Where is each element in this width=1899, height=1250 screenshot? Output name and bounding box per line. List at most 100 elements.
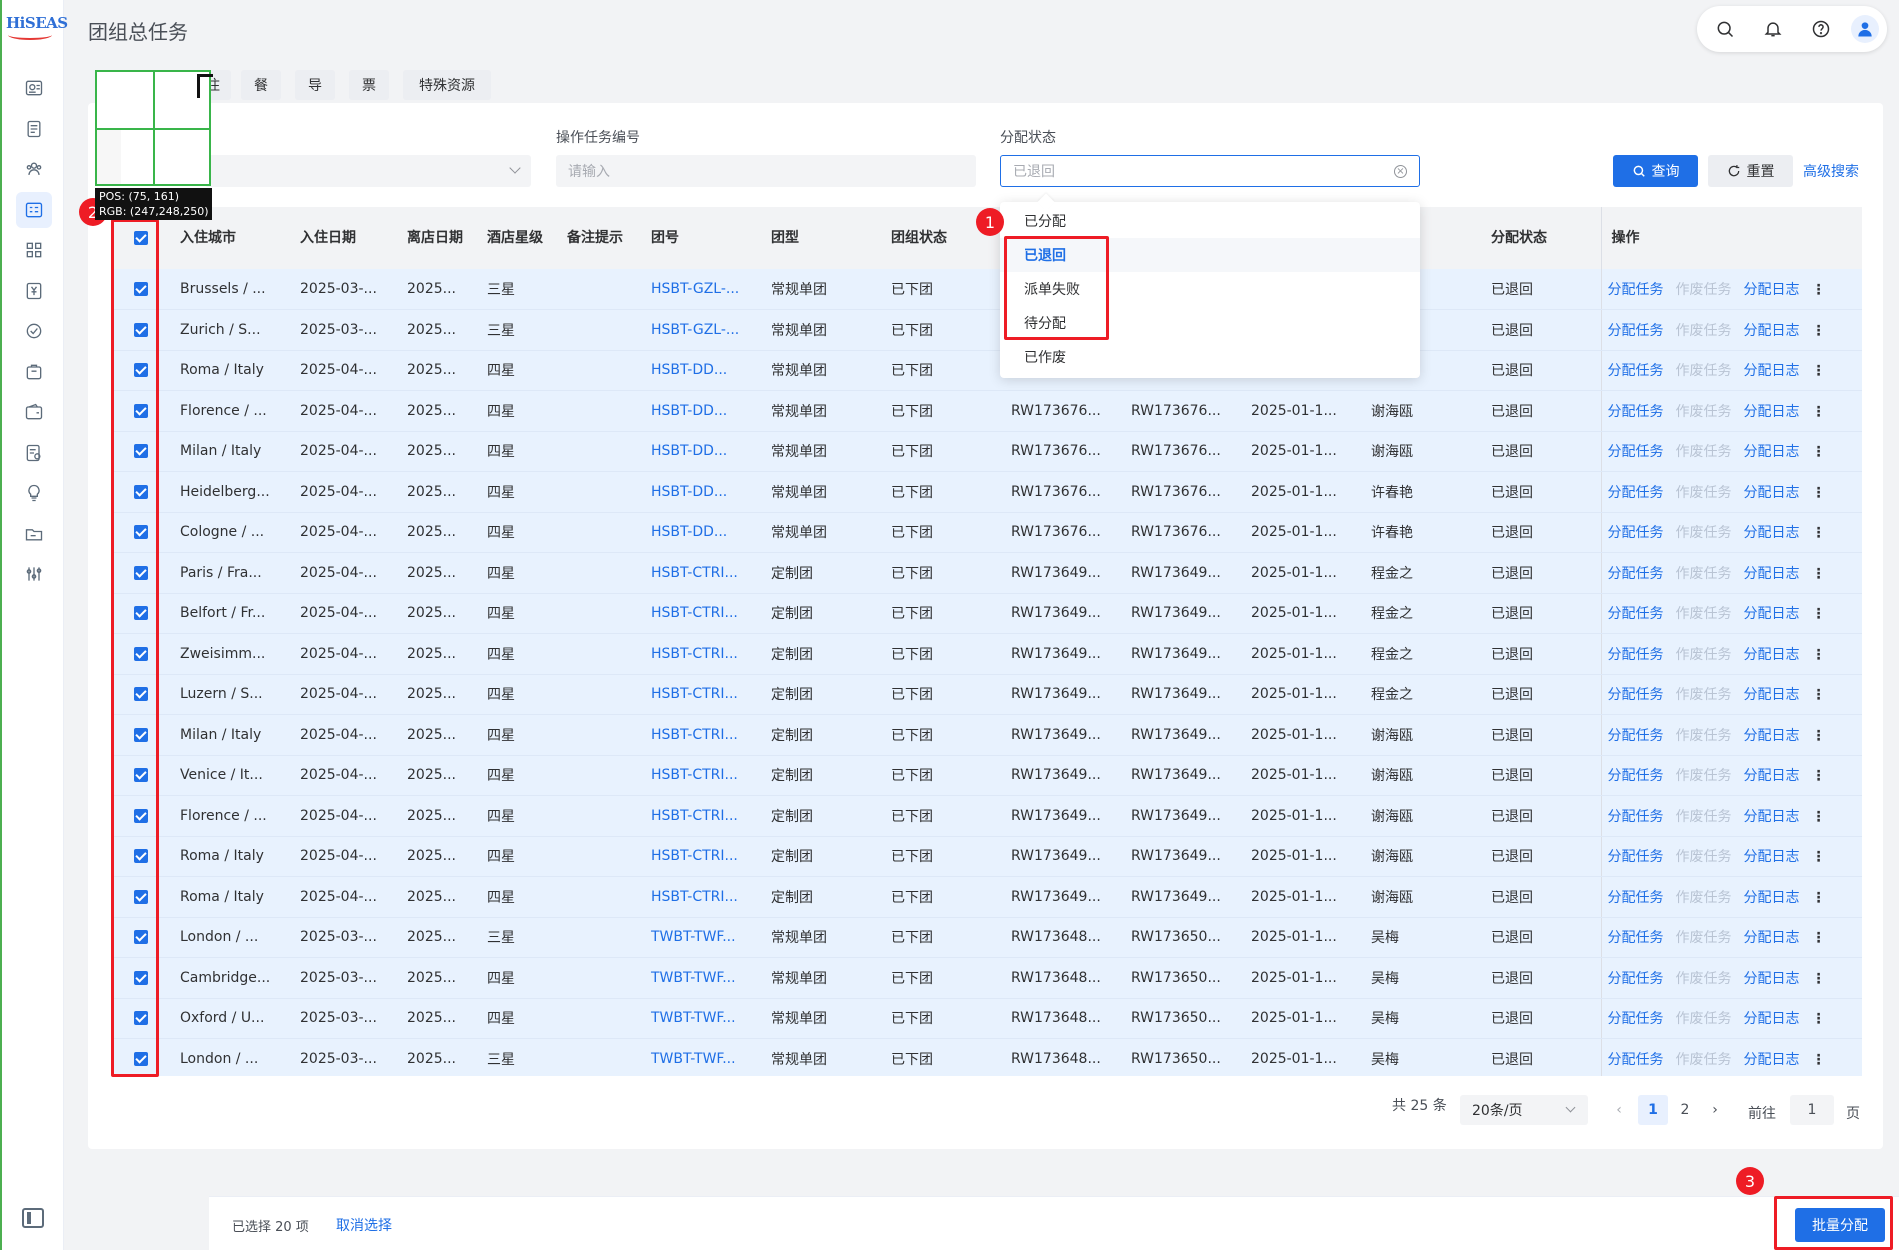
assign-task-link[interactable]: 分配任务 bbox=[1608, 687, 1664, 703]
reset-button[interactable]: 重置 bbox=[1708, 155, 1793, 187]
table-row[interactable]: Heidelberg... 2025-04-... 2025... 四星 HSBT-DD… bbox=[111, 471, 1862, 513]
user-icon[interactable] bbox=[1851, 15, 1879, 43]
assign-log-link[interactable]: 分配日志 bbox=[1744, 728, 1800, 744]
more-icon[interactable]: ⋮ bbox=[1812, 1052, 1826, 1068]
col-assign-status[interactable]: 分配状态 bbox=[1481, 207, 1601, 269]
page-2-button[interactable]: 2 bbox=[1670, 1095, 1700, 1125]
table-row[interactable]: Venice / It... 2025-04-... 2025... 四星 HSBT-C… bbox=[111, 755, 1862, 796]
more-icon[interactable]: ⋮ bbox=[1812, 809, 1826, 825]
more-icon[interactable]: ⋮ bbox=[1812, 363, 1826, 379]
assign-task-link[interactable]: 分配任务 bbox=[1608, 1011, 1664, 1027]
table-row[interactable]: London / ... 2025-03-... 2025... 三星 TWBT-TWF… bbox=[111, 1038, 1862, 1076]
cell-group-no[interactable]: HSBT-CTRI... bbox=[641, 755, 761, 796]
assign-task-link[interactable]: 分配任务 bbox=[1608, 606, 1664, 622]
assign-log-link[interactable]: 分配日志 bbox=[1744, 444, 1800, 460]
task-list-icon[interactable] bbox=[16, 191, 52, 228]
cell-group-no[interactable]: HSBT-CTRI... bbox=[641, 876, 761, 918]
table-row[interactable]: Zurich / S... 2025-03-... 2025... 三星 HSBT-GZ… bbox=[111, 309, 1862, 351]
assign-task-link[interactable]: 分配任务 bbox=[1608, 890, 1664, 906]
more-icon[interactable]: ⋮ bbox=[1812, 687, 1826, 703]
assign-log-link[interactable]: 分配日志 bbox=[1744, 404, 1800, 420]
assign-log-link[interactable]: 分配日志 bbox=[1744, 890, 1800, 906]
assign-log-link[interactable]: 分配日志 bbox=[1744, 971, 1800, 987]
table-row[interactable]: Florence / ... 2025-04-... 2025... 四星 HSBT-C… bbox=[111, 795, 1862, 837]
wallet-icon[interactable] bbox=[16, 394, 52, 430]
search-icon[interactable] bbox=[1711, 15, 1739, 43]
assign-log-link[interactable]: 分配日志 bbox=[1744, 687, 1800, 703]
cell-group-no[interactable]: HSBT-DD... bbox=[641, 471, 761, 513]
assign-log-link[interactable]: 分配日志 bbox=[1744, 768, 1800, 784]
more-icon[interactable]: ⋮ bbox=[1812, 890, 1826, 906]
table-row[interactable]: Paris / Fra... 2025-04-... 2025... 四星 HSBT-C… bbox=[111, 552, 1862, 594]
void-task-link[interactable]: 作废任务 bbox=[1676, 606, 1732, 622]
cell-group-no[interactable]: HSBT-DD... bbox=[641, 350, 761, 391]
dropdown-option-assigned[interactable]: 已分配 bbox=[1000, 204, 1420, 238]
cell-group-no[interactable]: HSBT-CTRI... bbox=[641, 552, 761, 594]
more-icon[interactable]: ⋮ bbox=[1812, 404, 1826, 420]
assign-task-link[interactable]: 分配任务 bbox=[1608, 566, 1664, 582]
tab-guide[interactable]: 导 bbox=[295, 70, 335, 100]
tab-meal[interactable]: 餐 bbox=[241, 70, 281, 100]
void-task-link[interactable]: 作废任务 bbox=[1676, 363, 1732, 379]
more-icon[interactable]: ⋮ bbox=[1812, 566, 1826, 582]
tab-ticket[interactable]: 票 bbox=[349, 70, 389, 100]
cell-group-no[interactable]: HSBT-CTRI... bbox=[641, 836, 761, 877]
assign-log-link[interactable]: 分配日志 bbox=[1744, 930, 1800, 946]
void-task-link[interactable]: 作废任务 bbox=[1676, 323, 1732, 339]
page-1-button[interactable]: 1 bbox=[1638, 1095, 1668, 1125]
assign-task-link[interactable]: 分配任务 bbox=[1608, 971, 1664, 987]
bell-icon[interactable] bbox=[1759, 15, 1787, 43]
table-row[interactable]: Cologne / ... 2025-04-... 2025... 四星 HSBT-DD… bbox=[111, 512, 1862, 553]
void-task-link[interactable]: 作废任务 bbox=[1676, 1011, 1732, 1027]
cell-group-no[interactable]: TWBT-TWF... bbox=[641, 1038, 761, 1076]
table-row[interactable]: Zweisimm... 2025-04-... 2025... 四星 HSBT-CTRI… bbox=[111, 633, 1862, 675]
status-select[interactable]: 已退回 × bbox=[1000, 155, 1420, 187]
assign-log-link[interactable]: 分配日志 bbox=[1744, 566, 1800, 582]
bag-icon[interactable] bbox=[16, 354, 52, 390]
cancel-selection-link[interactable]: 取消选择 bbox=[336, 1215, 392, 1235]
assign-task-link[interactable]: 分配任务 bbox=[1608, 647, 1664, 663]
void-task-link[interactable]: 作废任务 bbox=[1676, 282, 1732, 298]
cell-group-no[interactable]: HSBT-CTRI... bbox=[641, 714, 761, 756]
document-icon[interactable] bbox=[16, 111, 52, 147]
cell-group-no[interactable]: HSBT-GZL-... bbox=[641, 309, 761, 351]
goto-page-input[interactable]: 1 bbox=[1790, 1095, 1834, 1125]
assign-log-link[interactable]: 分配日志 bbox=[1744, 282, 1800, 298]
next-page-icon[interactable]: › bbox=[1704, 1095, 1726, 1125]
assign-task-link[interactable]: 分配任务 bbox=[1608, 849, 1664, 865]
query-button[interactable]: 查询 bbox=[1613, 155, 1698, 187]
cell-group-no[interactable]: TWBT-TWF... bbox=[641, 957, 761, 999]
help-icon[interactable] bbox=[1807, 15, 1835, 43]
table-row[interactable]: Florence / ... 2025-04-... 2025... 四星 HSBT-D… bbox=[111, 390, 1862, 432]
table-row[interactable]: Luzern / S... 2025-04-... 2025... 四星 HSBT-CT… bbox=[111, 674, 1862, 715]
more-icon[interactable]: ⋮ bbox=[1812, 1011, 1826, 1027]
table-row[interactable]: Roma / Italy 2025-04-... 2025... 四星 HSBT-DD.… bbox=[111, 350, 1862, 391]
void-task-link[interactable]: 作废任务 bbox=[1676, 404, 1732, 420]
void-task-link[interactable]: 作废任务 bbox=[1676, 971, 1732, 987]
cell-group-no[interactable]: HSBT-CTRI... bbox=[641, 795, 761, 837]
void-task-link[interactable]: 作废任务 bbox=[1676, 768, 1732, 784]
more-icon[interactable]: ⋮ bbox=[1812, 485, 1826, 501]
more-icon[interactable]: ⋮ bbox=[1812, 647, 1826, 663]
more-icon[interactable]: ⋮ bbox=[1812, 930, 1826, 946]
more-icon[interactable]: ⋮ bbox=[1812, 971, 1826, 987]
assign-task-link[interactable]: 分配任务 bbox=[1608, 363, 1664, 379]
col-checkout-date[interactable]: 离店日期 bbox=[397, 207, 477, 269]
assign-task-link[interactable]: 分配任务 bbox=[1608, 1052, 1664, 1068]
assign-task-link[interactable]: 分配任务 bbox=[1608, 728, 1664, 744]
task-no-input[interactable]: 请输入 bbox=[556, 155, 976, 187]
assign-task-link[interactable]: 分配任务 bbox=[1608, 282, 1664, 298]
void-task-link[interactable]: 作废任务 bbox=[1676, 687, 1732, 703]
cell-group-no[interactable]: TWBT-TWF... bbox=[641, 998, 761, 1039]
assign-task-link[interactable]: 分配任务 bbox=[1608, 809, 1664, 825]
col-hotel-star[interactable]: 酒店星级 bbox=[477, 207, 557, 269]
sliders-icon[interactable] bbox=[16, 556, 52, 592]
more-icon[interactable]: ⋮ bbox=[1812, 323, 1826, 339]
assign-log-link[interactable]: 分配日志 bbox=[1744, 809, 1800, 825]
table-row[interactable]: Belfort / Fr... 2025-04-... 2025... 四星 HSBT-… bbox=[111, 593, 1862, 634]
assign-log-link[interactable]: 分配日志 bbox=[1744, 606, 1800, 622]
more-icon[interactable]: ⋮ bbox=[1812, 728, 1826, 744]
col-remark[interactable]: 备注提示 bbox=[557, 207, 641, 269]
assign-log-link[interactable]: 分配日志 bbox=[1744, 485, 1800, 501]
void-task-link[interactable]: 作废任务 bbox=[1676, 485, 1732, 501]
